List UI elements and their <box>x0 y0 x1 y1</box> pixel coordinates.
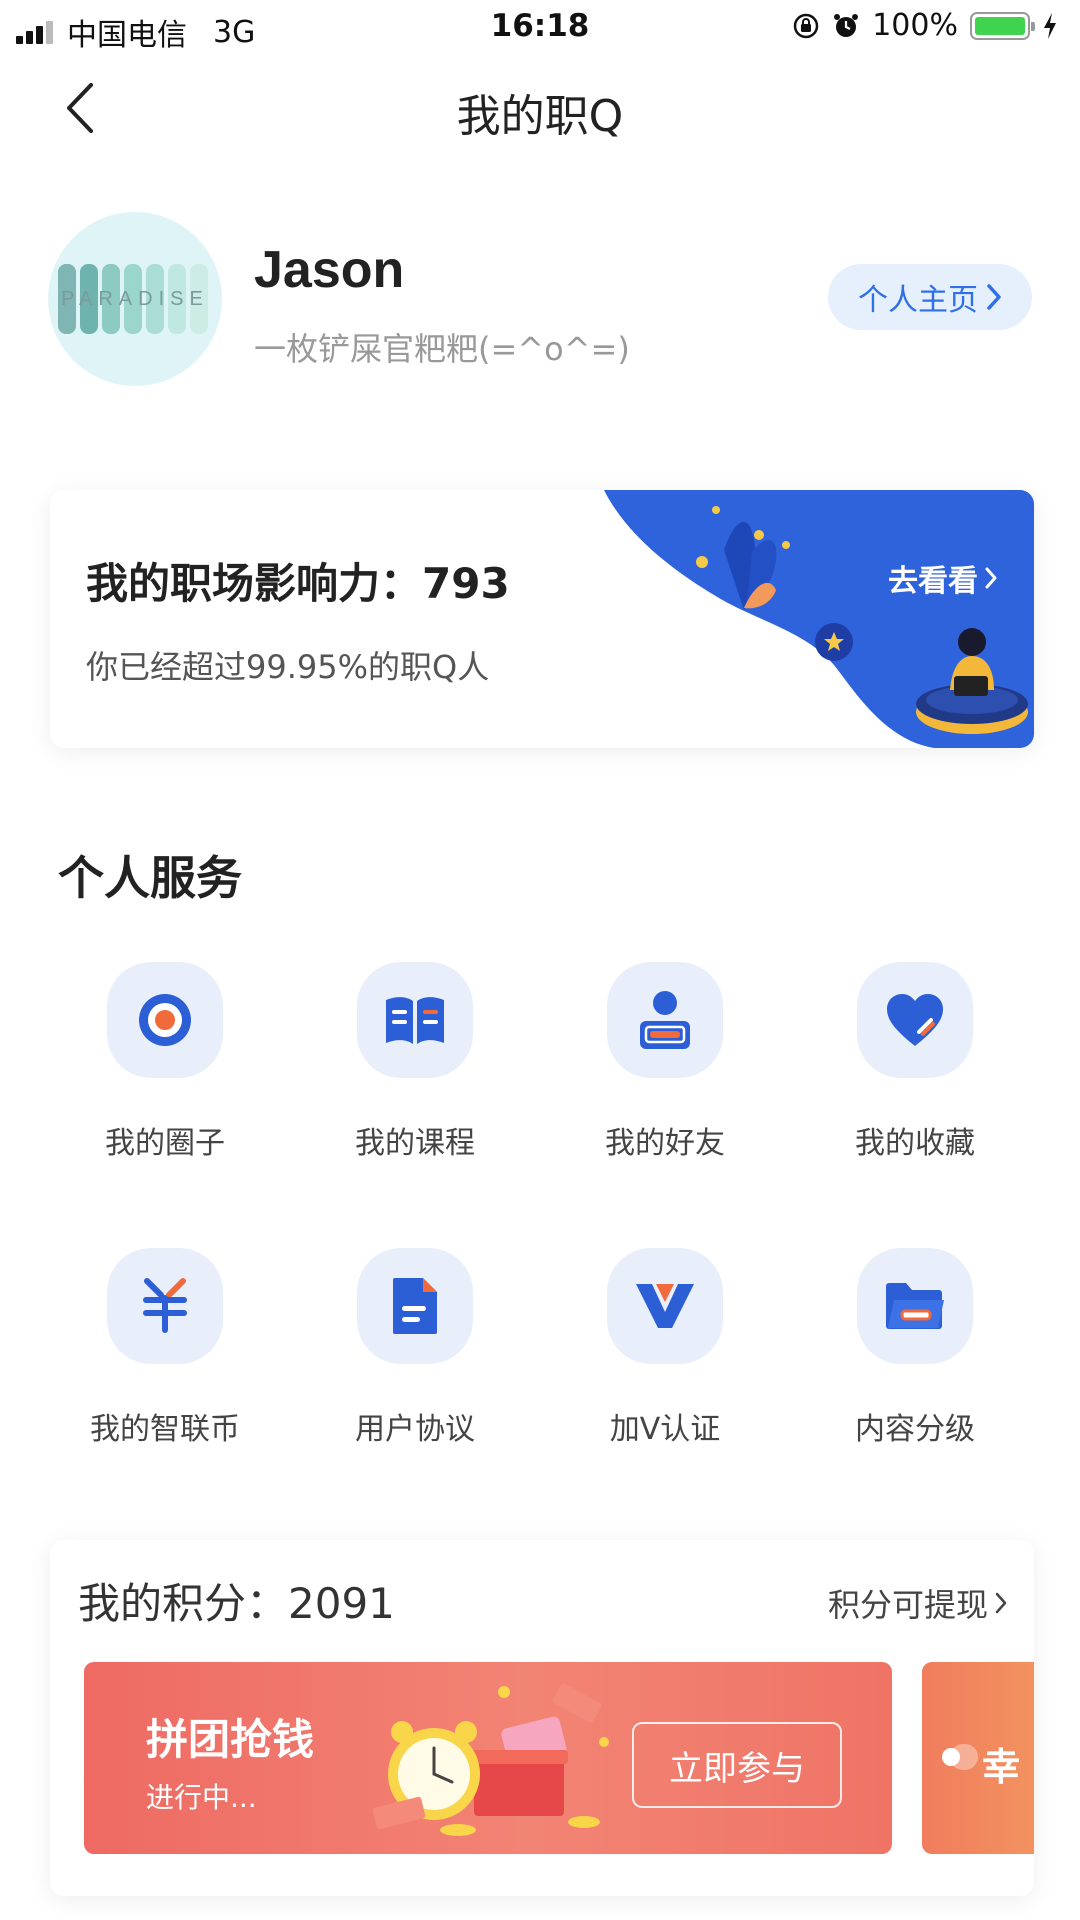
services-title: 个人服务 <box>58 851 242 905</box>
heart-icon <box>887 994 943 1046</box>
service-my-courses[interactable]: 我的课程 <box>290 962 540 1202</box>
service-label: 我的好友 <box>605 1126 725 1161</box>
service-user-agreement[interactable]: 用户协议 <box>290 1248 540 1488</box>
folder-icon <box>886 1283 944 1329</box>
points-withdraw-link[interactable]: 积分可提现 <box>828 1580 1008 1626</box>
status-bar: 中国电信 3G 16:18 100% <box>0 0 1080 56</box>
avatar-text: PARADISE <box>61 287 209 310</box>
service-label: 我的智联币 <box>90 1412 240 1447</box>
page-title: 我的职Q <box>456 91 624 142</box>
influence-illustration <box>604 490 1034 748</box>
points-card: 我的积分：2091 积分可提现 拼团抢钱 进行中... 立即参与 幸 <box>50 1540 1034 1896</box>
chevron-right-icon <box>995 1592 1007 1614</box>
user-bio: 一枚铲屎官粑粑(=^o^=) <box>254 330 630 368</box>
nav-bar: 我的职Q <box>0 60 1080 156</box>
promo-title: 幸 <box>982 1745 1021 1789</box>
points-withdraw-label: 积分可提现 <box>827 1586 988 1624</box>
points-label: 我的积分：2091 <box>78 1570 395 1631</box>
points-value: 2091 <box>288 1579 395 1628</box>
go-see-label: 去看看 <box>888 564 978 599</box>
battery-percent: 100% <box>872 8 958 43</box>
status-right: 100% <box>792 8 1058 43</box>
influence-card[interactable]: 我的职场影响力：793 你已经超过99.95%的职Q人 去看看 <box>50 490 1034 748</box>
yen-icon <box>143 1278 187 1333</box>
promo-status: 进行中... <box>146 1781 257 1814</box>
service-verify-v[interactable]: 加V认证 <box>540 1248 790 1488</box>
charging-icon <box>1044 12 1056 39</box>
influence-title: 我的职场影响力：793 <box>86 559 510 608</box>
alarm-clock-gift-illustration <box>372 1683 609 1836</box>
homepage-button[interactable]: 个人主页 <box>828 264 1032 330</box>
avatar[interactable]: PARADISE <box>48 212 222 386</box>
alarm-icon <box>834 13 859 37</box>
service-my-friends[interactable]: 我的好友 <box>540 962 790 1202</box>
service-label: 用户协议 <box>355 1412 475 1447</box>
rotation-lock-icon <box>793 13 819 38</box>
user-name: Jason <box>254 241 405 299</box>
chevron-right-icon <box>985 567 997 589</box>
target-icon <box>139 994 191 1046</box>
service-label: 内容分级 <box>855 1412 975 1447</box>
service-my-favorites[interactable]: 我的收藏 <box>790 962 1040 1202</box>
homepage-button-label: 个人主页 <box>858 283 978 318</box>
service-label: 我的课程 <box>355 1126 475 1161</box>
promo-banner-second[interactable]: 幸 <box>922 1662 1034 1854</box>
battery-icon <box>970 11 1035 40</box>
profile-header: PARADISE Jason 一枚铲屎官粑粑(=^o^=) 个人主页 <box>48 212 1032 390</box>
join-now-button[interactable]: 立即参与 <box>632 1722 842 1808</box>
influence-subtitle: 你已经超过99.95%的职Q人 <box>86 648 490 686</box>
service-my-coins[interactable]: 我的智联币 <box>40 1248 290 1488</box>
service-my-circle[interactable]: 我的圈子 <box>40 962 290 1202</box>
person-icon <box>640 991 690 1049</box>
promo-dot <box>942 1748 960 1766</box>
promo-banner-group-buy[interactable]: 拼团抢钱 进行中... 立即参与 <box>84 1662 892 1854</box>
service-label: 我的收藏 <box>855 1126 975 1161</box>
chevron-right-icon <box>987 284 1001 310</box>
service-label: 加V认证 <box>609 1412 721 1447</box>
go-see-link[interactable]: 去看看 <box>888 556 998 600</box>
verified-v-icon <box>636 1284 694 1328</box>
document-icon <box>393 1278 437 1334</box>
service-content-rating[interactable]: 内容分级 <box>790 1248 1040 1488</box>
service-label: 我的圈子 <box>105 1126 225 1161</box>
points-label-text: 我的积分： <box>78 1579 289 1628</box>
promo-title: 拼团抢钱 <box>146 1715 315 1764</box>
book-icon <box>386 997 444 1044</box>
